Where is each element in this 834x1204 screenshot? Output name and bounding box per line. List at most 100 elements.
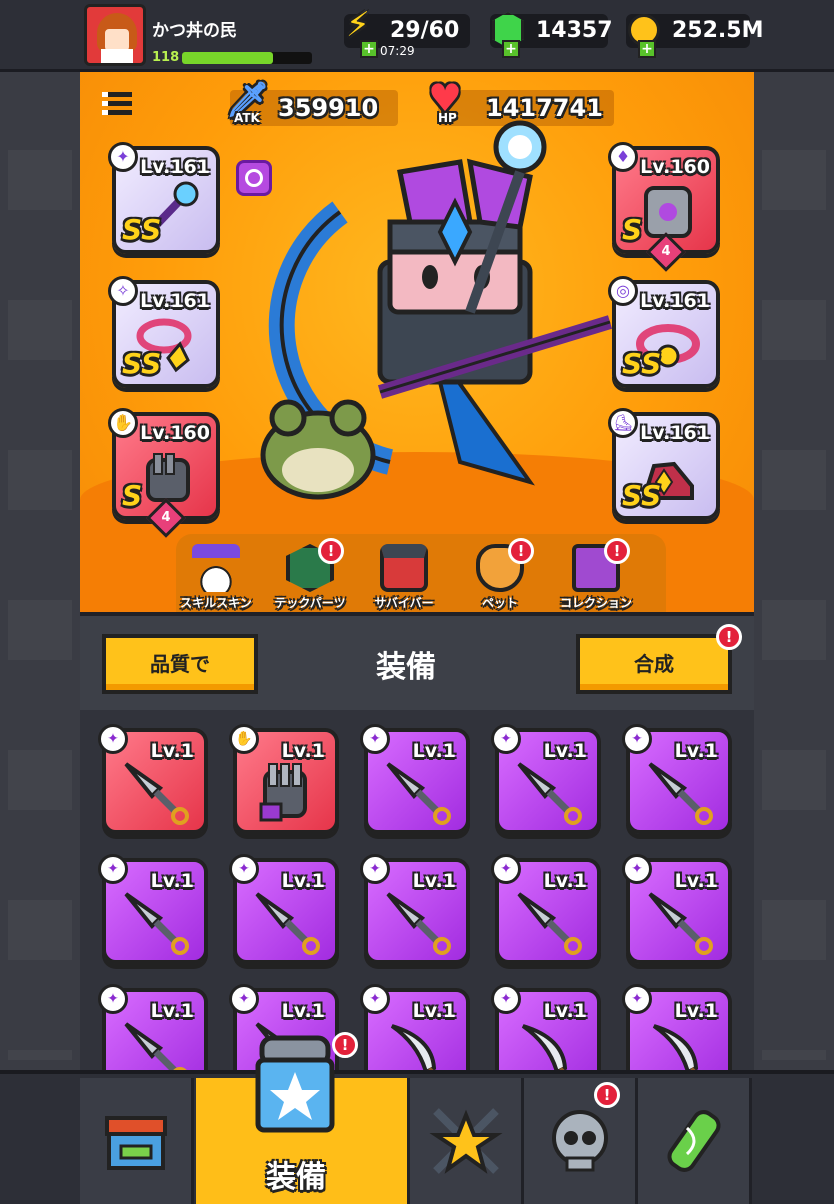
item-type-icon: ✦ <box>98 724 128 754</box>
kunai-icon <box>255 892 320 955</box>
equip-level: Lv.161 <box>140 290 210 312</box>
item-type-icon: ✦ <box>229 854 259 884</box>
kunai-icon <box>386 762 451 825</box>
equip-grade: SS <box>622 347 662 380</box>
blade-icon <box>521 1024 568 1070</box>
inventory-item[interactable]: ✦ Lv.1 <box>622 724 732 834</box>
exp-bar-fill <box>182 52 273 64</box>
item-type-icon: ✦ <box>622 984 652 1014</box>
gem-value: 14357 <box>536 18 613 43</box>
gauntlet-icon <box>259 763 307 822</box>
inventory-item[interactable]: ✦ Lv.1 <box>491 984 601 1070</box>
inventory-item[interactable]: ✦ Lv.1 <box>622 984 732 1070</box>
equip-level: Lv.161 <box>640 290 710 312</box>
equip-slot-armor[interactable]: ♦ Lv.160 S 4 <box>608 142 720 272</box>
dna-capsule-icon <box>666 1110 721 1172</box>
item-type-icon: ✦ <box>491 724 521 754</box>
inventory-item[interactable]: ✦ Lv.1 <box>98 984 208 1070</box>
kunai-icon <box>386 892 451 955</box>
nav-battle[interactable] <box>410 1078 524 1204</box>
nav-shop[interactable] <box>80 1078 194 1204</box>
boots-type-icon: ⛸ <box>608 408 638 438</box>
player-avatar[interactable] <box>84 4 146 66</box>
equip-slot-necklace[interactable]: ✧ Lv.161 SS <box>108 276 220 388</box>
inventory-item[interactable]: ✦ Lv.1 <box>360 854 470 964</box>
kunai-icon <box>517 892 582 955</box>
tab-label: ペット <box>481 596 518 610</box>
inventory-item[interactable]: ✦ Lv.1 <box>98 724 208 834</box>
inventory-item[interactable]: ✦ Lv.1 <box>360 724 470 834</box>
inventory-item[interactable]: ✦ Lv.1 <box>622 854 732 964</box>
item-type-icon: ✦ <box>229 984 259 1014</box>
belt-type-icon: ◎ <box>608 276 638 306</box>
shop-icon <box>104 1116 167 1170</box>
equip-grade: SS <box>122 347 162 380</box>
item-type-icon: ✦ <box>491 854 521 884</box>
sort-by-quality-button[interactable]: 品質で <box>102 634 258 694</box>
tab-label: スキルスキン <box>180 596 252 610</box>
item-type-icon: ✋ <box>229 724 259 754</box>
equip-grade: S <box>122 479 143 512</box>
top-bar: かつ丼の民 118 ⚡ 29/60 07:29 + 14357 + 252.5M… <box>0 0 834 72</box>
exp-bar <box>182 52 312 64</box>
tab-label: コレクション <box>559 596 632 610</box>
inventory-item[interactable]: ✦ Lv.1 <box>98 854 208 964</box>
nav-evolve[interactable] <box>638 1078 752 1204</box>
item-type-icon: ✦ <box>360 724 390 754</box>
right-margin <box>754 0 834 1200</box>
kunai-icon <box>124 892 189 955</box>
nav-equipment[interactable]: 装備 ! <box>196 1032 410 1204</box>
player-name: かつ丼の民 <box>152 21 237 41</box>
tab-pet[interactable]: ペット ! <box>452 538 548 611</box>
player-level: 118 <box>152 50 180 65</box>
gem-add-icon[interactable]: + <box>502 40 520 58</box>
armor-type-icon: ♦ <box>608 142 638 172</box>
item-type-icon: ✦ <box>360 854 390 884</box>
challenge-alert-badge: ! <box>594 1082 620 1108</box>
merge-button[interactable]: 合成 <box>576 634 732 694</box>
equip-slot-gloves[interactable]: ✋ Lv.160 S 4 <box>108 408 220 538</box>
equip-slot-boots[interactable]: ⛸ Lv.161 SS <box>608 408 720 520</box>
alert-badge: ! <box>604 538 630 564</box>
inventory-item[interactable]: ✦ Lv.1 <box>491 854 601 964</box>
blade-icon <box>390 1024 437 1070</box>
kunai-icon <box>648 762 713 825</box>
gloves-type-icon: ✋ <box>108 408 138 438</box>
tab-tech-parts[interactable]: テックパーツ ! <box>262 538 358 611</box>
equip-slot-weapon[interactable]: ✦ Lv.161 SS <box>108 142 220 254</box>
tab-collection[interactable]: コレクション ! <box>548 538 644 611</box>
inventory-item[interactable]: ✦ Lv.1 <box>360 984 470 1070</box>
equip-level: Lv.160 <box>640 156 710 178</box>
kunai-icon <box>124 762 189 825</box>
weapon-type-icon: ✦ <box>108 142 138 172</box>
menu-list-icon[interactable] <box>102 92 132 120</box>
equip-level: Lv.161 <box>640 422 710 444</box>
star-rank: 4 <box>161 510 171 525</box>
skill-skin-icon <box>192 544 240 592</box>
equip-slot-belt[interactable]: ◎ Lv.161 SS <box>608 276 720 388</box>
tab-skill-skin[interactable]: スキルスキン <box>168 544 264 611</box>
item-type-icon: ✦ <box>622 854 652 884</box>
tab-survivor[interactable]: サバイバー <box>356 544 452 611</box>
equipment-title: 装備 <box>376 650 436 685</box>
inventory-item[interactable]: ✋ Lv.1 <box>229 724 339 834</box>
item-type-icon: ✦ <box>622 724 652 754</box>
inventory-item[interactable]: ✦ Lv.1 <box>491 724 601 834</box>
frog-pet[interactable] <box>248 390 388 500</box>
inventory-item[interactable]: ✦ Lv.1 <box>229 854 339 964</box>
left-margin <box>0 0 80 1200</box>
kunai-icon <box>124 1022 187 1070</box>
energy-add-icon[interactable]: + <box>360 40 378 58</box>
star-rank: 4 <box>661 244 671 259</box>
item-type-icon: ✦ <box>491 984 521 1014</box>
battle-star-icon <box>428 1108 503 1174</box>
tab-label: サバイバー <box>374 596 434 610</box>
tab-label: テックパーツ <box>274 596 346 610</box>
energy-icon: ⚡ <box>346 5 370 45</box>
nav-challenge[interactable]: ! <box>524 1078 638 1204</box>
energy-value: 29/60 <box>390 18 460 43</box>
kunai-icon <box>648 892 713 955</box>
hero-panel: 🗡 ATK 359910 ♥ HP 1417741 ✦ Lv.161 SS ♦ … <box>80 72 754 612</box>
equip-grade: SS <box>122 213 162 246</box>
gold-add-icon[interactable]: + <box>638 40 656 58</box>
